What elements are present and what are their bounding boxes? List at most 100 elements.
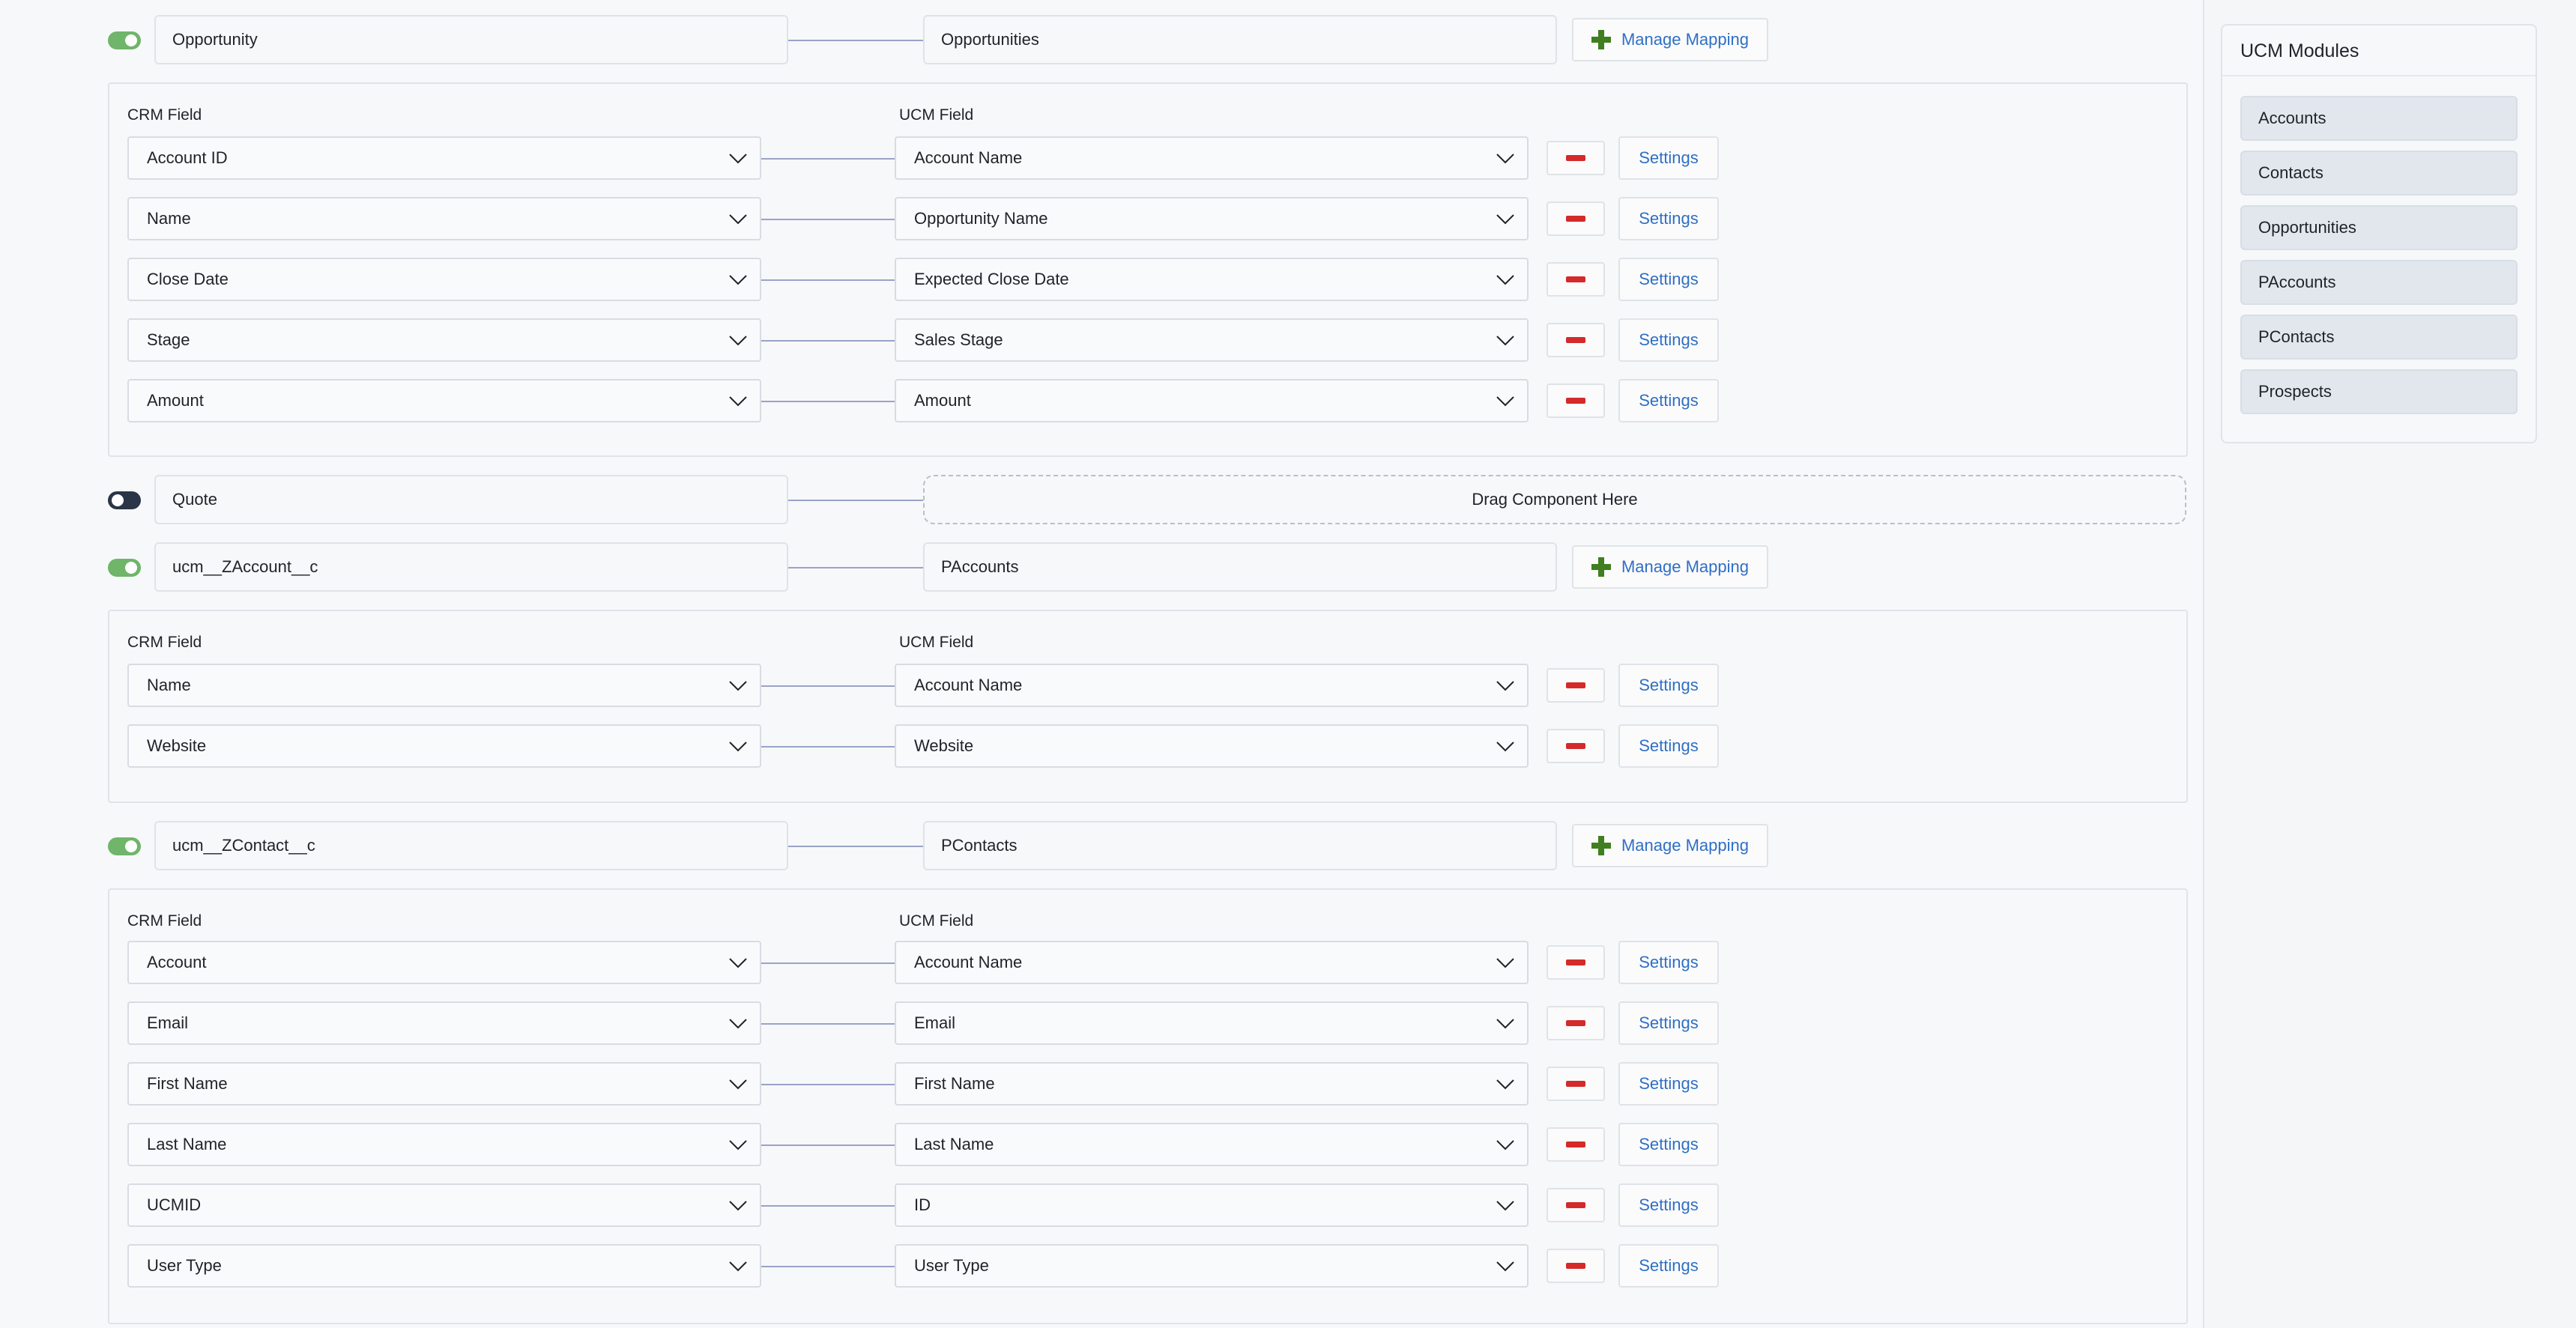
manage-mapping-button[interactable]: Manage Mapping (1572, 545, 1768, 589)
ucm-field-value: Account Name (914, 148, 1023, 167)
ucm-field-select[interactable]: Last Name (895, 1123, 1529, 1166)
remove-row-button[interactable] (1546, 1067, 1605, 1101)
row-connector (761, 1205, 895, 1207)
settings-button[interactable]: Settings (1618, 664, 1719, 707)
crm-field-value: First Name (147, 1074, 228, 1093)
mapping-row: Name Opportunity Name Settings (127, 197, 1719, 240)
ucm-field-select[interactable]: Account Name (895, 136, 1529, 180)
remove-row-button[interactable] (1546, 262, 1605, 297)
module-item-paccounts[interactable]: PAccounts (2240, 260, 2518, 305)
crm-module-box[interactable]: ucm__ZContact__c (154, 821, 788, 870)
module-row-zcontact: ucm__ZContact__c PContacts Manage Mappin… (108, 821, 1768, 870)
crm-field-select[interactable]: First Name (127, 1062, 761, 1106)
chevron-down-icon (1496, 391, 1515, 410)
ucm-module-box[interactable]: Opportunities (923, 15, 1557, 64)
crm-field-select[interactable]: UCMID (127, 1183, 761, 1227)
mapping-row: Close Date Expected Close Date Settings (127, 258, 1719, 301)
ucm-field-select[interactable]: Email (895, 1001, 1529, 1045)
crm-field-select[interactable]: Account ID (127, 136, 761, 180)
crm-field-select[interactable]: Stage (127, 318, 761, 362)
settings-button[interactable]: Settings (1618, 1244, 1719, 1288)
remove-row-button[interactable] (1546, 1249, 1605, 1283)
chevron-down-icon (728, 1013, 748, 1033)
settings-button[interactable]: Settings (1618, 724, 1719, 768)
ucm-field-header: UCM Field (899, 634, 974, 651)
module-toggle[interactable] (108, 491, 141, 509)
ucm-field-select[interactable]: First Name (895, 1062, 1529, 1106)
crm-field-select[interactable]: Name (127, 197, 761, 240)
crm-module-box[interactable]: Quote (154, 475, 788, 524)
ucm-field-select[interactable]: Amount (895, 379, 1529, 422)
settings-button[interactable]: Settings (1618, 1062, 1719, 1106)
remove-row-button[interactable] (1546, 1127, 1605, 1162)
remove-row-button[interactable] (1546, 1188, 1605, 1222)
settings-button[interactable]: Settings (1618, 1123, 1719, 1166)
settings-button[interactable]: Settings (1618, 1001, 1719, 1045)
ucm-field-value: First Name (914, 1074, 995, 1093)
ucm-field-value: Expected Close Date (914, 270, 1069, 288)
module-toggle[interactable] (108, 837, 141, 855)
ucm-field-select[interactable]: Sales Stage (895, 318, 1529, 362)
mapping-row: Email Email Settings (127, 1001, 1719, 1045)
settings-button[interactable]: Settings (1618, 136, 1719, 180)
module-item-accounts[interactable]: Accounts (2240, 96, 2518, 141)
crm-field-select[interactable]: Email (127, 1001, 761, 1045)
module-row-zaccount: ucm__ZAccount__c PAccounts Manage Mappin… (108, 542, 1768, 592)
module-item-prospects[interactable]: Prospects (2240, 369, 2518, 414)
chevron-down-icon (728, 209, 748, 228)
module-toggle[interactable] (108, 559, 141, 577)
ucm-field-select[interactable]: User Type (895, 1244, 1529, 1288)
settings-button[interactable]: Settings (1618, 197, 1719, 240)
manage-mapping-button[interactable]: Manage Mapping (1572, 18, 1768, 61)
module-toggle[interactable] (108, 31, 141, 49)
row-connector (761, 158, 895, 160)
remove-row-button[interactable] (1546, 323, 1605, 357)
manage-mapping-button[interactable]: Manage Mapping (1572, 824, 1768, 867)
ucm-module-box[interactable]: PContacts (923, 821, 1557, 870)
ucm-field-value: User Type (914, 1256, 989, 1275)
module-item-contacts[interactable]: Contacts (2240, 151, 2518, 195)
ucm-field-value: Sales Stage (914, 330, 1003, 349)
chevron-down-icon (728, 953, 748, 972)
crm-field-select[interactable]: User Type (127, 1244, 761, 1288)
ucm-field-select[interactable]: Account Name (895, 941, 1529, 984)
settings-button[interactable]: Settings (1618, 1183, 1719, 1227)
module-connector (788, 846, 923, 847)
mapping-row: Website Website Settings (127, 724, 1719, 768)
crm-field-select[interactable]: Close Date (127, 258, 761, 301)
module-connector (788, 567, 923, 569)
ucm-field-select[interactable]: Website (895, 724, 1529, 768)
ucm-field-select[interactable]: Expected Close Date (895, 258, 1529, 301)
ucm-field-select[interactable]: ID (895, 1183, 1529, 1227)
ucm-field-select[interactable]: Opportunity Name (895, 197, 1529, 240)
crm-field-select[interactable]: Amount (127, 379, 761, 422)
crm-module-box[interactable]: ucm__ZAccount__c (154, 542, 788, 592)
ucm-field-value: Website (914, 736, 974, 755)
crm-field-select[interactable]: Name (127, 664, 761, 707)
settings-button[interactable]: Settings (1618, 379, 1719, 422)
drop-zone[interactable]: Drag Component Here (923, 475, 2186, 524)
ucm-module-box[interactable]: PAccounts (923, 542, 1557, 592)
remove-row-button[interactable] (1546, 729, 1605, 763)
remove-row-button[interactable] (1546, 201, 1605, 236)
settings-button[interactable]: Settings (1618, 258, 1719, 301)
remove-row-button[interactable] (1546, 668, 1605, 703)
remove-row-button[interactable] (1546, 1006, 1605, 1040)
remove-row-button[interactable] (1546, 945, 1605, 980)
remove-row-button[interactable] (1546, 141, 1605, 175)
module-item-pcontacts[interactable]: PContacts (2240, 315, 2518, 360)
module-item-opportunities[interactable]: Opportunities (2240, 205, 2518, 250)
settings-button[interactable]: Settings (1618, 318, 1719, 362)
row-connector (761, 746, 895, 748)
crm-field-select[interactable]: Account (127, 941, 761, 984)
settings-button[interactable]: Settings (1618, 941, 1719, 984)
field-mapping-panel: CRM Field UCM Field Account ID Account N… (108, 82, 2188, 457)
remove-row-button[interactable] (1546, 383, 1605, 418)
crm-module-box[interactable]: Opportunity (154, 15, 788, 64)
crm-field-select[interactable]: Website (127, 724, 761, 768)
mapping-row: User Type User Type Settings (127, 1244, 1719, 1288)
crm-field-select[interactable]: Last Name (127, 1123, 761, 1166)
ucm-field-select[interactable]: Account Name (895, 664, 1529, 707)
module-row-opportunity: Opportunity Opportunities Manage Mapping (108, 15, 1768, 64)
mapping-row: Amount Amount Settings (127, 379, 1719, 422)
